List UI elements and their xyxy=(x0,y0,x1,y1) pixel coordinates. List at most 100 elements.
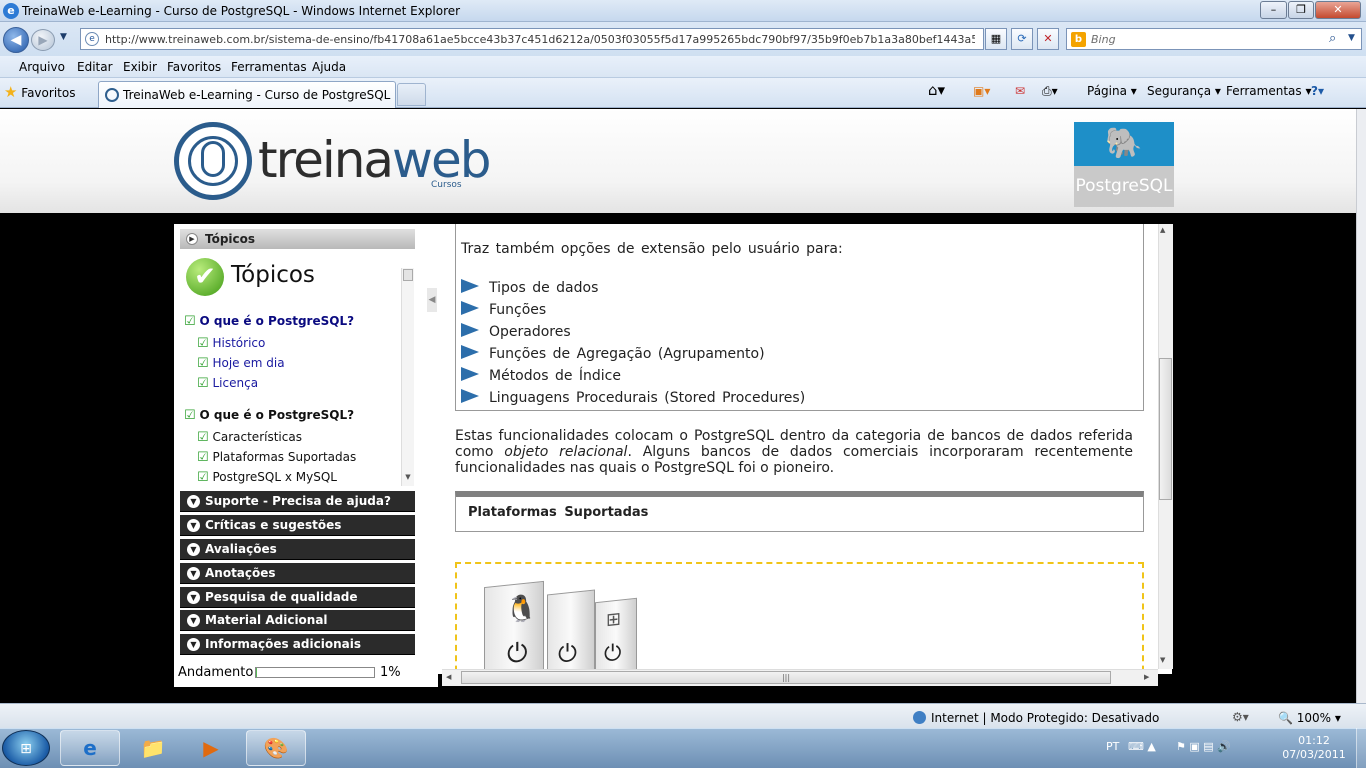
compatibility-view-icon[interactable]: ▦ xyxy=(985,28,1007,50)
keyboard-icon[interactable]: ⌨ ▲ xyxy=(1128,740,1156,753)
treinaweb-logo-icon[interactable] xyxy=(174,122,252,200)
page-scrollbar[interactable] xyxy=(1356,109,1366,703)
feeds-icon[interactable]: ▣▾ xyxy=(973,84,990,98)
security-zone[interactable]: Internet | Modo Protegido: Desativado xyxy=(931,711,1159,725)
new-tab-button[interactable] xyxy=(397,83,426,106)
scroll-down-icon[interactable]: ▼ xyxy=(1160,656,1165,664)
zoom-level[interactable]: 🔍 100% ▾ xyxy=(1278,711,1341,725)
clock-date: 07/03/2011 xyxy=(1282,748,1346,761)
topic-item[interactable]: ☑ Histórico xyxy=(197,336,265,351)
scroll-left-icon[interactable]: ◀ xyxy=(446,673,451,681)
topic-item[interactable]: ☑ Licença xyxy=(197,376,258,391)
topic-item[interactable]: ☑ PostgreSQL x MySQL xyxy=(197,470,337,485)
chevron-down-icon: ▼ xyxy=(187,614,200,627)
maximize-button[interactable]: ❐ xyxy=(1288,1,1314,19)
bullet-item: Operadores xyxy=(461,323,571,340)
menu-exibir[interactable]: Exibir xyxy=(123,60,157,74)
check-icon: ☑ xyxy=(197,450,209,465)
mail-icon[interactable]: ✉ xyxy=(1015,84,1025,98)
browser-tab[interactable]: TreinaWeb e-Learning - Curso de PostgreS… xyxy=(98,81,396,108)
favorites-button[interactable]: ★ Favoritos xyxy=(4,83,75,101)
bullet-text: Operadores xyxy=(489,324,571,340)
clock[interactable]: 01:12 07/03/2011 xyxy=(1276,734,1352,762)
close-button[interactable]: ✕ xyxy=(1315,1,1361,19)
power-icon: ⏻ xyxy=(558,638,577,669)
search-icon[interactable]: ⌕ xyxy=(1329,31,1336,46)
topic-section-2[interactable]: ☑ O que é o PostgreSQL? xyxy=(184,408,354,423)
back-button[interactable]: ◀ xyxy=(3,27,29,53)
bullet-arrow-icon xyxy=(461,323,479,337)
topics-scrollbar[interactable]: ▲ ▼ xyxy=(401,268,414,486)
tray-icons[interactable]: ⚑ ▣ ▤ 🔊 xyxy=(1176,740,1231,753)
print-icon[interactable]: ⎙▾ xyxy=(1042,84,1058,99)
scroll-right-icon[interactable]: ▶ xyxy=(1144,673,1149,681)
progress-percent: 1% xyxy=(380,665,401,680)
bullet-item: Funções xyxy=(461,301,546,318)
taskbar-ie-button[interactable]: e xyxy=(60,730,120,766)
protected-mode-icon[interactable]: ⚙▾ xyxy=(1232,710,1249,724)
accordion-criticas[interactable]: ▼ Críticas e sugestões xyxy=(180,515,415,536)
topic-section-title: O que é o PostgreSQL? xyxy=(199,314,355,328)
menu-ferramentas[interactable]: Ferramentas xyxy=(231,60,307,74)
topic-section-1[interactable]: ☑ O que é o PostgreSQL? xyxy=(184,314,354,329)
search-input[interactable]: Bing xyxy=(1091,33,1116,46)
check-icon: ☑ xyxy=(197,376,209,391)
menu-ajuda[interactable]: Ajuda xyxy=(312,60,346,74)
logo-subtitle: Cursos xyxy=(431,180,462,190)
check-icon: ☑ xyxy=(184,314,196,329)
help-icon[interactable]: ?▾ xyxy=(1311,84,1324,98)
sidebar-panel-header[interactable]: ▶ Tópicos xyxy=(180,229,415,249)
taskbar-paint-button[interactable]: 🎨 xyxy=(246,730,306,766)
horizontal-scroll-thumb[interactable]: ||| xyxy=(461,671,1111,684)
accordion-suporte[interactable]: ▼ Suporte - Precisa de ajuda? xyxy=(180,491,415,512)
url-input[interactable]: http://www.treinaweb.com.br/sistema-de-e… xyxy=(105,33,975,46)
start-button[interactable]: ⊞ xyxy=(2,730,50,766)
forward-button[interactable]: ▶ xyxy=(31,29,55,51)
menu-favoritos[interactable]: Favoritos xyxy=(167,60,221,74)
clock-time: 01:12 xyxy=(1298,734,1330,747)
security-menu[interactable]: Segurança ▾ xyxy=(1147,84,1221,98)
topic-item[interactable]: ☑ Características xyxy=(197,430,302,445)
topic-item[interactable]: ☑ Hoje em dia xyxy=(197,356,285,371)
progress-fill xyxy=(256,668,258,677)
sidebar-splitter[interactable]: ◀ xyxy=(426,224,438,687)
collapse-sidebar-icon[interactable]: ◀ xyxy=(427,288,437,312)
page-menu[interactable]: Página ▾ xyxy=(1087,84,1137,98)
search-box[interactable]: b Bing ⌕ ▼ xyxy=(1066,28,1362,50)
taskbar-explorer-button[interactable]: 📁 xyxy=(124,730,182,766)
scroll-thumb[interactable] xyxy=(403,269,413,281)
search-options-icon[interactable]: ▼ xyxy=(1348,33,1355,43)
accordion-label: Material Adicional xyxy=(205,613,328,627)
stop-icon[interactable]: ✕ xyxy=(1037,28,1059,50)
globe-icon xyxy=(913,711,926,724)
site-logo-text[interactable]: treinaweb xyxy=(258,134,491,186)
topics-heading: Tópicos xyxy=(231,262,315,288)
refresh-icon[interactable]: ⟳ xyxy=(1011,28,1033,50)
accordion-avaliacoes[interactable]: ▼ Avaliações xyxy=(180,539,415,560)
accordion-material[interactable]: ▼ Material Adicional xyxy=(180,610,415,631)
show-desktop-button[interactable] xyxy=(1356,728,1366,768)
bullet-arrow-icon xyxy=(461,367,479,381)
content-scroll-thumb[interactable] xyxy=(1159,358,1172,500)
bullet-arrow-icon xyxy=(461,345,479,359)
tools-menu[interactable]: Ferramentas ▾ xyxy=(1226,84,1311,98)
scroll-down-icon[interactable]: ▼ xyxy=(402,473,414,485)
address-bar[interactable]: e http://www.treinaweb.com.br/sistema-de… xyxy=(80,28,984,50)
home-icon[interactable]: ⌂▾ xyxy=(928,81,945,99)
bullet-arrow-icon xyxy=(461,301,479,315)
accordion-pesquisa[interactable]: ▼ Pesquisa de qualidade xyxy=(180,587,415,608)
accordion-label: Pesquisa de qualidade xyxy=(205,590,358,604)
topic-item[interactable]: ☑ Plataformas Suportadas xyxy=(197,450,356,465)
menu-arquivo[interactable]: Arquivo xyxy=(19,60,65,74)
accordion-anotacoes[interactable]: ▼ Anotações xyxy=(180,563,415,584)
taskbar-media-player-button[interactable]: ▶ xyxy=(186,730,236,766)
history-dropdown-icon[interactable]: ▼ xyxy=(60,32,67,42)
bullet-arrow-icon xyxy=(461,389,479,403)
scroll-up-icon[interactable]: ▲ xyxy=(1160,226,1165,234)
accordion-informacoes[interactable]: ▼ Informações adicionais xyxy=(180,634,415,655)
minimize-button[interactable]: – xyxy=(1260,1,1287,19)
language-indicator[interactable]: PT xyxy=(1106,740,1119,753)
menu-editar[interactable]: Editar xyxy=(77,60,113,74)
window-title-bar[interactable]: e TreinaWeb e-Learning - Curso de Postgr… xyxy=(0,0,1366,22)
check-icon: ☑ xyxy=(197,470,209,485)
